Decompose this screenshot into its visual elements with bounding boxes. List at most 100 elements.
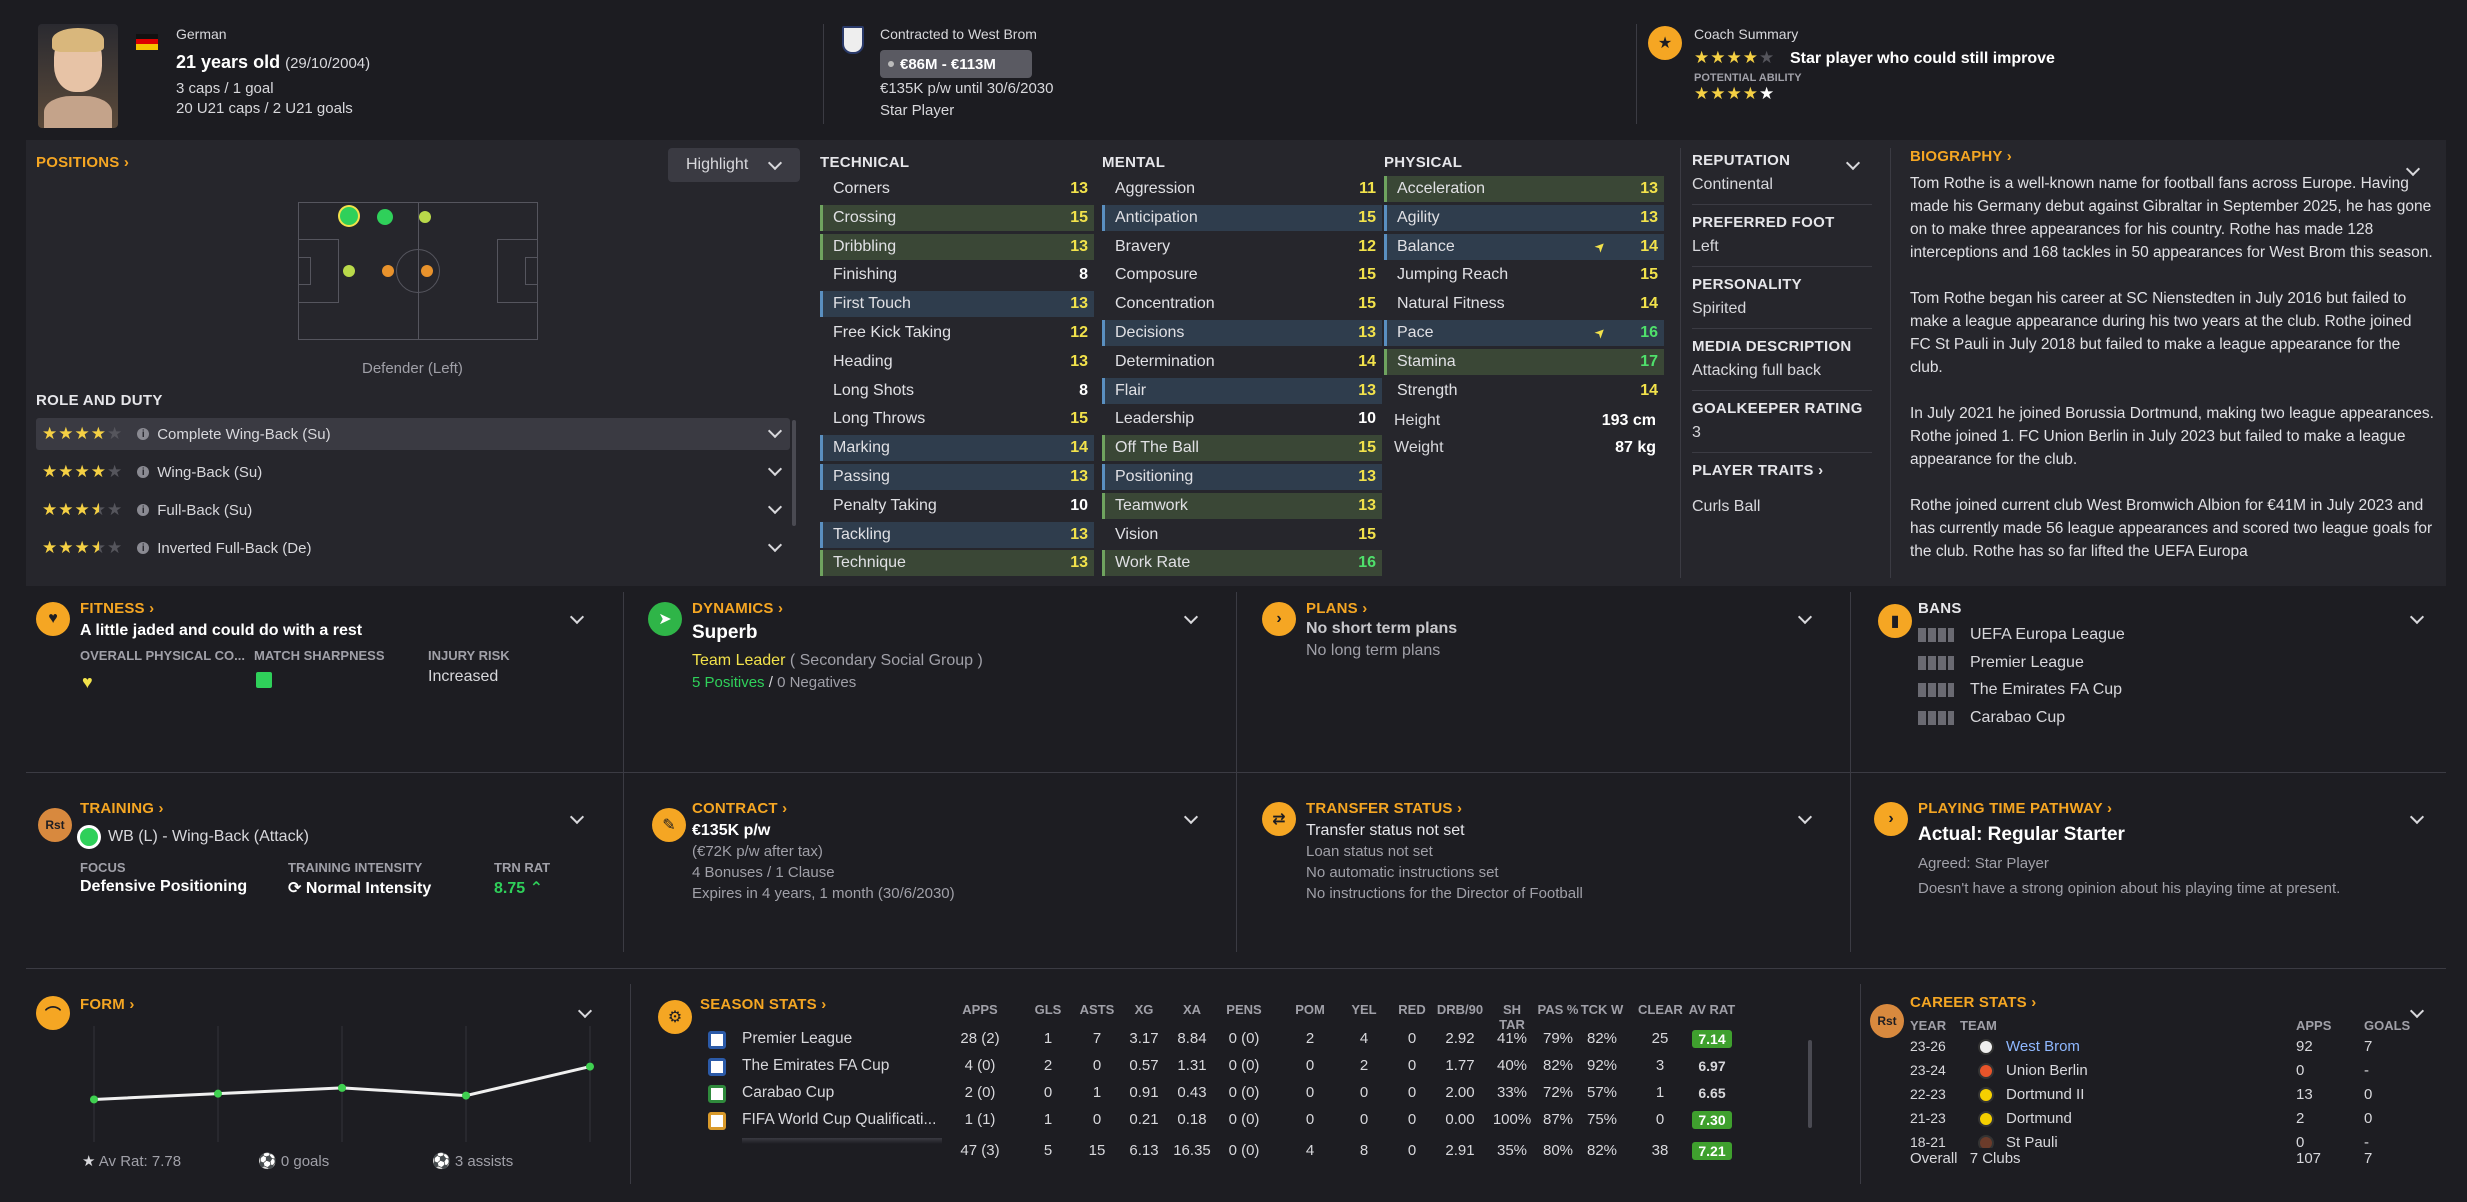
form-title[interactable]: FORM › <box>80 996 135 1013</box>
value-range-badge[interactable]: €86M - €113M <box>880 50 1032 78</box>
season-header[interactable]: DRB/90 <box>1436 1002 1484 1017</box>
attribute-row[interactable]: Long Throws 15 <box>820 406 1094 432</box>
attribute-row[interactable]: Flair 13 <box>1102 377 1382 404</box>
attribute-row[interactable]: First Touch 13 <box>820 291 1094 318</box>
career-row[interactable]: 22-23 Dortmund II 13 0 <box>1906 1084 2426 1108</box>
season-header[interactable]: XA <box>1168 1002 1216 1017</box>
season-header[interactable]: TCK W <box>1578 1002 1626 1017</box>
season-header[interactable]: CLEAR <box>1638 1002 1683 1017</box>
season-scrollbar[interactable] <box>1808 1040 1812 1128</box>
role-row[interactable]: ★★★★★ i Wing-Back (Su) <box>36 456 790 488</box>
attribute-row[interactable]: Positioning 13 <box>1102 464 1382 490</box>
highlight-dropdown[interactable]: Highlight <box>668 148 800 182</box>
form-point[interactable] <box>338 1083 346 1092</box>
transfer-chevron-icon[interactable] <box>1797 809 1813 825</box>
attribute-row[interactable]: Corners 13 <box>820 176 1094 202</box>
form-point[interactable] <box>586 1062 594 1071</box>
attribute-row[interactable]: Heading 13 <box>820 349 1094 375</box>
form-point[interactable] <box>90 1095 98 1104</box>
attribute-row[interactable]: Finishing 8 <box>820 262 1094 288</box>
info-icon[interactable]: i <box>137 542 150 554</box>
attribute-row[interactable]: Anticipation 15 <box>1102 204 1382 231</box>
chevron-down-icon[interactable] <box>767 423 783 439</box>
attribute-row[interactable]: Stamina 17 <box>1384 348 1664 375</box>
attribute-row[interactable]: Concentration 15 <box>1102 291 1382 317</box>
attribute-row[interactable]: Technique 13 <box>820 550 1094 577</box>
attribute-row[interactable]: Penalty Taking 10 <box>820 493 1094 519</box>
attribute-row[interactable]: Decisions 13 <box>1102 320 1382 346</box>
positions-title[interactable]: POSITIONS › <box>36 154 129 171</box>
attribute-row[interactable]: Long Shots 8 <box>820 378 1094 404</box>
attribute-row[interactable]: Strength 14 <box>1384 378 1664 404</box>
attribute-row[interactable]: Off The Ball 15 <box>1102 435 1382 462</box>
competition-name[interactable]: FIFA World Cup Qualificati... <box>742 1111 942 1129</box>
position-dot-wbl[interactable] <box>377 209 393 225</box>
role-row[interactable]: ★★★★★ i Complete Wing-Back (Su) <box>36 418 790 450</box>
roles-scrollbar[interactable] <box>792 420 796 526</box>
training-title[interactable]: TRAINING › <box>80 800 164 817</box>
transfer-title[interactable]: TRANSFER STATUS › <box>1306 800 1462 817</box>
career-stats-title[interactable]: CAREER STATS › <box>1910 994 2036 1011</box>
ban-item[interactable]: Premier League <box>1918 654 2084 672</box>
contract-chevron-icon[interactable] <box>1183 809 1199 825</box>
attribute-row[interactable]: Crossing 15 <box>820 204 1094 231</box>
position-dot-mc[interactable] <box>421 265 433 277</box>
attribute-row[interactable]: Agility 13 <box>1384 204 1664 231</box>
plans-title[interactable]: PLANS › <box>1306 600 1367 617</box>
season-header[interactable]: PENS <box>1214 1002 1274 1017</box>
season-header[interactable]: XG <box>1122 1002 1166 1017</box>
form-point[interactable] <box>214 1089 222 1098</box>
biography-title[interactable]: BIOGRAPHY › <box>1910 148 2012 165</box>
attribute-row[interactable]: Acceleration 13 <box>1384 176 1664 202</box>
career-row[interactable]: 23-26 West Brom 92 7 <box>1906 1036 2426 1060</box>
season-header[interactable]: YEL <box>1344 1002 1384 1017</box>
role-row[interactable]: ★★★★★ i Inverted Full-Back (De) <box>36 532 790 564</box>
position-dot-ml[interactable] <box>419 211 431 223</box>
career-team[interactable]: West Brom <box>2006 1038 2080 1055</box>
season-header[interactable]: SH TAR <box>1489 1002 1535 1032</box>
chevron-down-icon[interactable] <box>767 499 783 515</box>
chevron-down-icon[interactable] <box>767 461 783 477</box>
attribute-row[interactable]: Determination 14 <box>1102 349 1382 375</box>
attribute-row[interactable]: Teamwork 13 <box>1102 492 1382 519</box>
competition-name[interactable]: The Emirates FA Cup <box>742 1057 942 1075</box>
chevron-down-icon[interactable] <box>767 537 783 553</box>
attribute-row[interactable]: Leadership 10 <box>1102 406 1382 432</box>
attribute-row[interactable]: Natural Fitness 14 <box>1384 291 1664 317</box>
attribute-row[interactable]: Vision 15 <box>1102 522 1382 548</box>
attribute-row[interactable]: Composure 15 <box>1102 262 1382 288</box>
season-header[interactable]: ASTS <box>1077 1002 1117 1017</box>
bans-chevron-icon[interactable] <box>2409 609 2425 625</box>
positives-link[interactable]: 5 Positives <box>692 674 765 691</box>
attribute-row[interactable]: Dribbling 13 <box>820 233 1094 260</box>
position-dot-dl[interactable] <box>340 207 358 225</box>
dynamics-title[interactable]: DYNAMICS › <box>692 600 783 617</box>
attribute-row[interactable]: Balance 14 ➤ <box>1384 233 1664 260</box>
position-dot-dc[interactable] <box>343 265 355 277</box>
attribute-row[interactable]: Jumping Reach 15 <box>1384 262 1664 288</box>
negatives-link[interactable]: 0 Negatives <box>777 674 856 691</box>
attribute-row[interactable]: Marking 14 <box>820 435 1094 462</box>
info-icon[interactable]: i <box>137 466 150 478</box>
fitness-chevron-icon[interactable] <box>569 609 585 625</box>
career-row[interactable]: 23-24 Union Berlin 0 - <box>1906 1060 2426 1084</box>
ban-item[interactable]: UEFA Europa League <box>1918 626 2125 644</box>
competition-name[interactable]: Premier League <box>742 1030 942 1048</box>
info-icon[interactable]: i <box>137 428 150 440</box>
training-chevron-icon[interactable] <box>569 809 585 825</box>
role-row[interactable]: ★★★★★ i Full-Back (Su) <box>36 494 790 526</box>
career-row[interactable]: 21-23 Dortmund 2 0 <box>1906 1108 2426 1132</box>
attribute-row[interactable]: Tackling 13 <box>820 521 1094 548</box>
season-header[interactable]: PAS % <box>1535 1002 1581 1017</box>
career-chevron-icon[interactable] <box>2409 1003 2425 1019</box>
contract-title[interactable]: CONTRACT › <box>692 800 787 817</box>
attribute-row[interactable]: Passing 13 <box>820 464 1094 490</box>
form-chevron-icon[interactable] <box>577 1003 593 1019</box>
attribute-row[interactable]: Aggression 11 <box>1102 176 1382 202</box>
pathway-chevron-icon[interactable] <box>2409 809 2425 825</box>
season-header[interactable]: APPS <box>950 1002 1010 1017</box>
pathway-title[interactable]: PLAYING TIME PATHWAY › <box>1918 800 2112 817</box>
season-header[interactable]: AV RAT <box>1682 1002 1742 1017</box>
ban-item[interactable]: The Emirates FA Cup <box>1918 681 2122 699</box>
attribute-row[interactable]: Free Kick Taking 12 <box>820 320 1094 346</box>
